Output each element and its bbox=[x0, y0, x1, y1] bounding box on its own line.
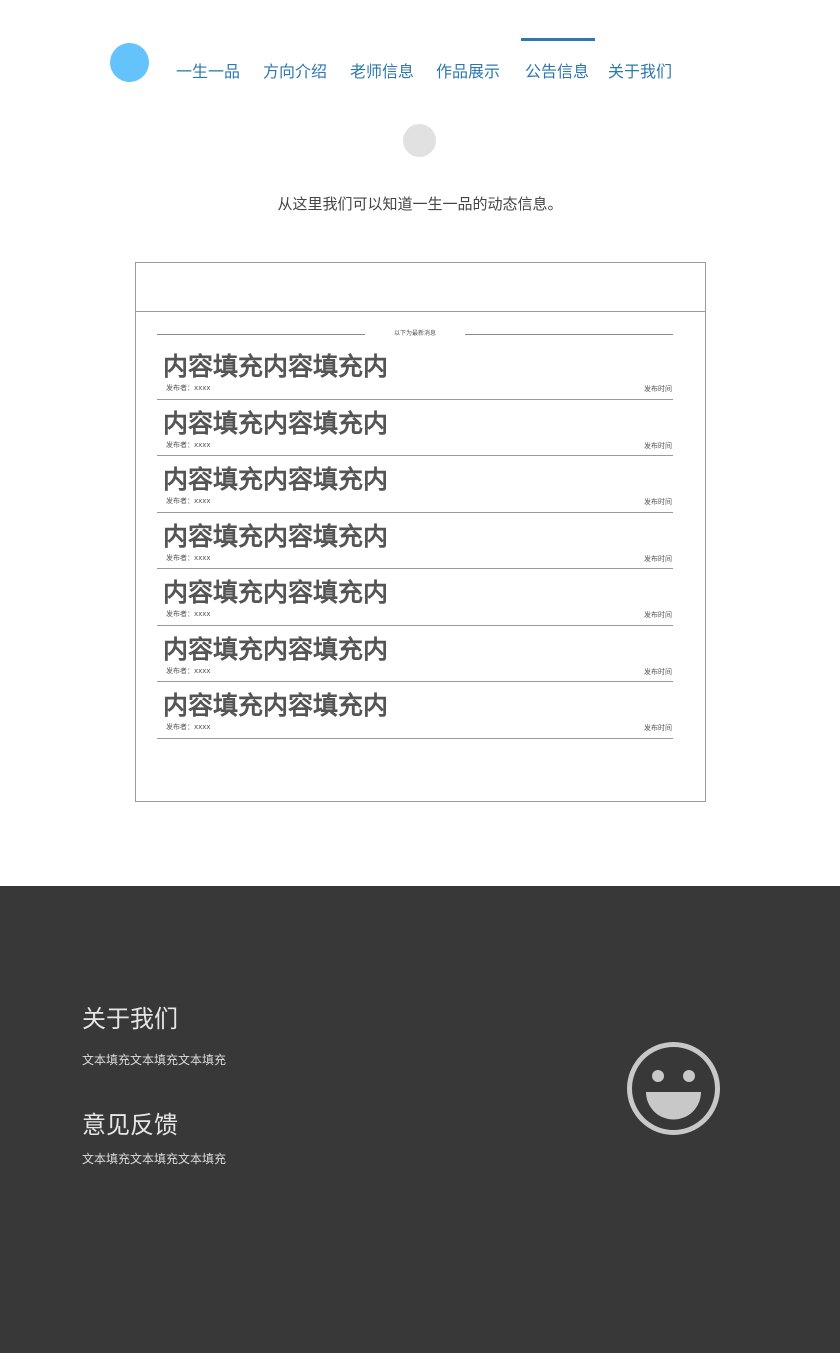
panel-header bbox=[136, 263, 705, 312]
news-title[interactable]: 内容填充内容填充内 bbox=[163, 630, 388, 666]
latest-news-divider: 以下为最新消息 bbox=[157, 329, 673, 339]
nav-item-direction[interactable]: 方向介绍 bbox=[263, 58, 327, 82]
news-author: 发布者：xxxx bbox=[166, 723, 211, 731]
news-title[interactable]: 内容填充内容填充内 bbox=[163, 404, 388, 440]
divider-line-right bbox=[465, 334, 673, 335]
smiley-icon bbox=[627, 1042, 720, 1135]
nav-item-about[interactable]: 关于我们 bbox=[608, 58, 672, 82]
news-title[interactable]: 内容填充内容填充内 bbox=[163, 460, 388, 496]
nav-active-indicator bbox=[521, 38, 595, 41]
announcement-panel: 以下为最新消息 内容填充内容填充内 发布者：xxxx 发布时间 内容填充内容填充… bbox=[135, 262, 706, 802]
footer-feedback-text: 文本填充文本填充文本填充 bbox=[82, 1152, 227, 1166]
news-time: 发布时间 bbox=[644, 498, 672, 506]
news-author: 发布者：xxxx bbox=[166, 440, 211, 449]
news-title[interactable]: 内容填充内容填充内 bbox=[163, 517, 388, 553]
news-time: 发布时间 bbox=[644, 385, 672, 393]
news-title[interactable]: 内容填充内容填充内 bbox=[163, 347, 388, 383]
main-nav: 一生一品 方向介绍 老师信息 作品展示 公告信息 关于我们 bbox=[0, 58, 840, 82]
news-item[interactable]: 内容填充内容填充内 发布者：xxxx 发布时间 bbox=[157, 682, 673, 739]
news-item[interactable]: 内容填充内容填充内 发布者：xxxx 发布时间 bbox=[157, 569, 673, 626]
footer-about-text: 文本填充文本填充文本填充 bbox=[82, 1053, 227, 1067]
divider-line-left bbox=[157, 334, 365, 335]
footer-about-title: 关于我们 bbox=[82, 1005, 178, 1033]
news-time: 发布时间 bbox=[644, 441, 672, 450]
nav-item-teachers[interactable]: 老师信息 bbox=[350, 58, 414, 82]
news-item[interactable]: 内容填充内容填充内 发布者：xxxx 发布时间 bbox=[157, 400, 673, 456]
nav-item-works[interactable]: 作品展示 bbox=[436, 58, 500, 82]
news-author: 发布者：xxxx bbox=[166, 666, 211, 675]
news-author: 发布者：xxxx bbox=[166, 497, 211, 505]
news-author: 发布者：xxxx bbox=[166, 553, 211, 562]
news-author: 发布者：xxxx bbox=[166, 384, 211, 392]
intro-text: 从这里我们可以知道一生一品的动态信息。 bbox=[277, 195, 563, 213]
news-time: 发布时间 bbox=[644, 724, 672, 732]
footer-feedback-title[interactable]: 意见反馈 bbox=[82, 1105, 178, 1140]
nav-item-yishengyipin[interactable]: 一生一品 bbox=[176, 58, 240, 82]
news-item[interactable]: 内容填充内容填充内 发布者：xxxx 发布时间 bbox=[157, 626, 673, 682]
news-title[interactable]: 内容填充内容填充内 bbox=[163, 686, 388, 722]
news-time: 发布时间 bbox=[644, 667, 672, 676]
news-list: 内容填充内容填充内 发布者：xxxx 发布时间 内容填充内容填充内 发布者：xx… bbox=[157, 343, 673, 739]
nav-item-announcements[interactable]: 公告信息 bbox=[525, 58, 589, 82]
news-title[interactable]: 内容填充内容填充内 bbox=[163, 573, 388, 609]
footer: 关于我们 文本填充文本填充文本填充 意见反馈 文本填充文本填充文本填充 bbox=[0, 886, 840, 1353]
news-item[interactable]: 内容填充内容填充内 发布者：xxxx 发布时间 bbox=[157, 513, 673, 569]
news-time: 发布时间 bbox=[644, 611, 672, 619]
news-author: 发布者：xxxx bbox=[166, 610, 211, 618]
news-item[interactable]: 内容填充内容填充内 发布者：xxxx 发布时间 bbox=[157, 343, 673, 400]
news-item[interactable]: 内容填充内容填充内 发布者：xxxx 发布时间 bbox=[157, 456, 673, 513]
section-divider-dot bbox=[403, 124, 436, 157]
latest-news-label: 以下为最新消息 bbox=[393, 330, 436, 337]
news-time: 发布时间 bbox=[644, 554, 672, 563]
